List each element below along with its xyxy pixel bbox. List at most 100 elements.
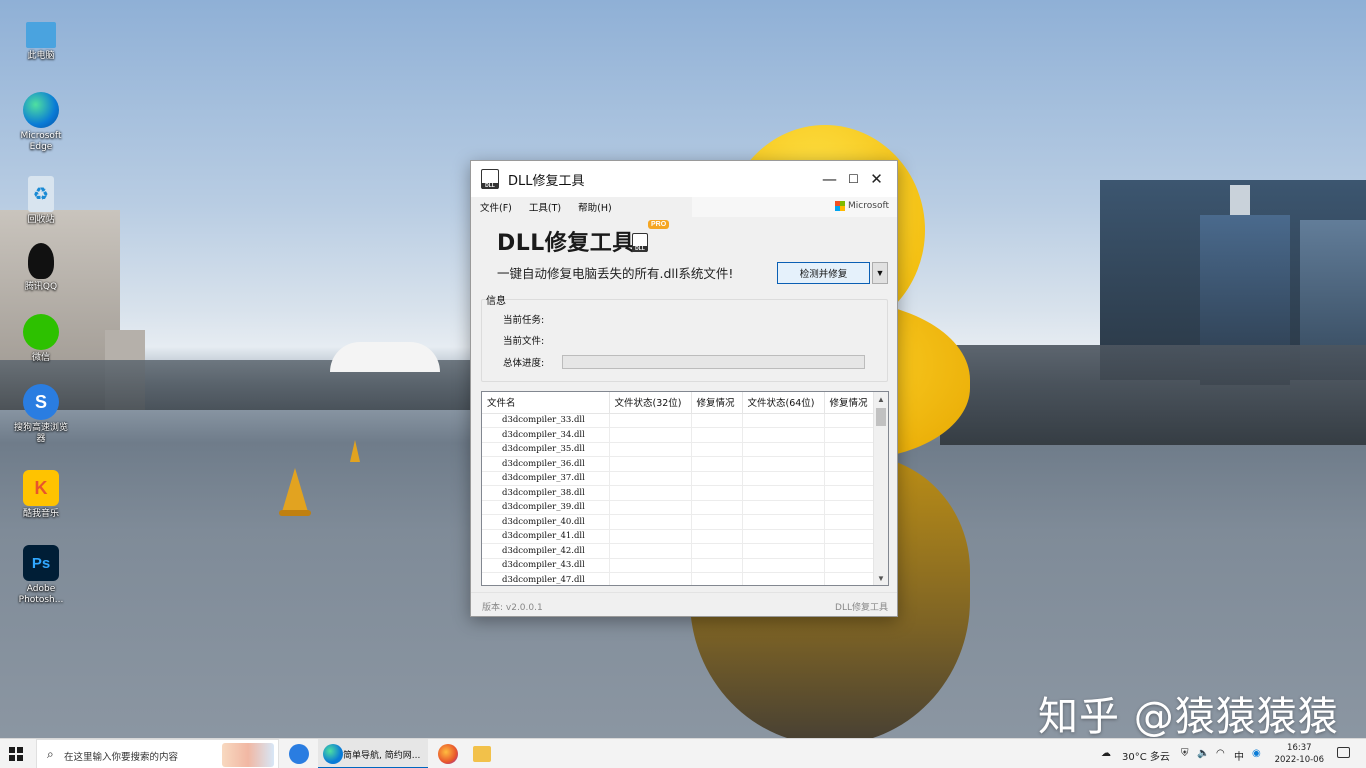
menu-help[interactable]: 帮助(H) [569,200,620,214]
maximize-button[interactable]: ☐ [842,161,865,197]
file-name-cell: d3dcompiler_43.dll [482,558,610,573]
file-status-cell [742,427,825,443]
repair-options-dropdown[interactable]: ▼ [872,262,888,284]
table-row[interactable]: d3dcompiler_36.dll [482,456,876,472]
repair-status-cell [824,413,876,428]
repair-status-cell [824,456,876,472]
table-row[interactable]: d3dcompiler_39.dll [482,500,876,515]
edge-icon [323,744,343,764]
taskbar-search-box[interactable]: ⌕ 在这里输入你要搜索的内容 [36,739,279,768]
wallpaper-opera-roof [330,342,440,372]
desktop-icon-wechat[interactable]: 微信 [11,314,71,364]
scroll-down-arrow-icon[interactable]: ▼ [874,571,888,585]
repair-status-cell [691,471,743,486]
clock-time: 16:37 [1287,743,1312,753]
column-header-repair-64[interactable]: 修复情况 [824,392,876,414]
wallpaper-buoy-small [350,440,360,462]
table-row[interactable]: d3dcompiler_37.dll [482,471,876,486]
repair-status-cell [691,543,743,559]
desktop-icon-sogou-browser[interactable]: S 搜狗高速浏览器 [11,384,71,445]
weather-text[interactable]: 30°C 多云 [1122,748,1170,763]
desktop-icon-edge[interactable]: Microsoft Edge [11,92,71,153]
microsoft-label: Microsoft [848,201,889,211]
window-titlebar[interactable]: DLL修复工具 — ☐ ✕ [471,161,897,197]
table-row[interactable]: d3dcompiler_38.dll [482,485,876,501]
dll-file-table[interactable]: 文件名 文件状态(32位) 修复情况 文件状态(64位) 修复情况 d3dcom… [481,391,889,586]
table-scrollbar[interactable]: ▲ ▼ [873,392,888,585]
repair-status-cell [824,572,876,585]
menu-tools[interactable]: 工具(T) [520,200,569,214]
network-icon[interactable]: ◠ [1216,748,1225,759]
repair-status-cell [824,471,876,486]
repair-status-cell [691,485,743,501]
file-name-cell: d3dcompiler_37.dll [482,471,610,486]
file-status-cell [609,529,692,544]
desktop-icon-this-pc[interactable]: 此电脑 [11,22,71,62]
menu-file[interactable]: 文件(F) [471,200,520,214]
table-row[interactable]: d3dcompiler_41.dll [482,529,876,544]
table-row[interactable]: d3dcompiler_34.dll [482,427,876,443]
file-name-cell: d3dcompiler_42.dll [482,543,610,559]
file-explorer-icon[interactable] [473,746,491,762]
repair-status-cell [824,558,876,573]
column-header-repair-32[interactable]: 修复情况 [691,392,743,414]
table-row[interactable]: d3dcompiler_35.dll [482,442,876,457]
dll-file-icon [481,169,499,189]
file-status-cell [609,485,692,501]
info-group-label: 信息 [486,296,506,307]
notification-icon[interactable] [1337,747,1350,758]
column-header-status-32[interactable]: 文件状态(32位) [609,392,692,414]
file-status-cell [742,514,825,530]
clock-date: 2022-10-06 [1274,755,1324,765]
file-status-cell [609,471,692,486]
close-button[interactable]: ✕ [865,161,888,197]
file-status-cell [609,572,692,585]
column-header-filename[interactable]: 文件名 [482,392,610,414]
table-row[interactable]: d3dcompiler_40.dll [482,514,876,530]
table-row[interactable]: d3dcompiler_42.dll [482,543,876,559]
firefox-icon[interactable] [438,744,458,764]
scrollbar-thumb[interactable] [876,408,886,426]
speaker-icon[interactable]: 🔈 [1197,748,1209,759]
overall-progress-bar [562,355,865,369]
file-name-cell: d3dcompiler_39.dll [482,500,610,515]
desktop-icon-label: 搜狗高速浏览器 [13,423,68,444]
repair-status-cell [691,413,743,428]
dll-repair-window: DLL修复工具 — ☐ ✕ 文件(F) 工具(T) 帮助(H) Microsof… [470,160,898,617]
scroll-up-arrow-icon[interactable]: ▲ [874,392,888,406]
column-header-status-64[interactable]: 文件状态(64位) [742,392,825,414]
current-file-label: 当前文件: [503,336,545,347]
desktop-icon-label: 酷我音乐 [22,509,59,519]
table-row[interactable]: d3dcompiler_33.dll [482,413,876,428]
repair-status-cell [691,442,743,457]
desktop-icon-photoshop[interactable]: Ps Adobe Photosh... [11,545,71,606]
weather-icon[interactable]: ☁ [1101,748,1111,759]
file-status-cell [742,471,825,486]
file-status-cell [609,427,692,443]
desktop-icon-recycle-bin[interactable]: ♻ 回收站 [11,176,71,226]
taskbar-edge-window[interactable]: 简单导航, 简约网... [318,739,428,768]
wallpaper-buoy-base [279,510,311,516]
file-status-cell [742,456,825,472]
file-name-cell: d3dcompiler_36.dll [482,456,610,472]
minimize-button[interactable]: — [818,161,841,197]
desktop-icon-label: 此电脑 [27,51,55,61]
file-status-cell [609,558,692,573]
start-button[interactable] [9,747,23,761]
table-row[interactable]: d3dcompiler_47.dll [482,572,876,585]
file-status-cell [742,558,825,573]
microsoft-banner: Microsoft [692,197,897,217]
tagline: 一键自动修复电脑丢失的所有.dll系统文件! [497,266,734,281]
sogou-taskbar-icon[interactable] [289,744,309,764]
ime-indicator[interactable]: 中 [1234,748,1244,763]
security-icon[interactable]: ⛨ [1181,748,1189,759]
table-row[interactable]: d3dcompiler_43.dll [482,558,876,573]
taskbar: ⌕ 在这里输入你要搜索的内容 简单导航, 简约网... ☁ 30°C 多云 ⛨ … [0,738,1366,768]
desktop-icon-qq[interactable]: 腾讯QQ [11,243,71,293]
qq-tray-icon[interactable]: ◉ [1252,748,1261,759]
desktop-icon-label: 腾讯QQ [24,282,58,292]
taskbar-clock[interactable]: 16:37 2022-10-06 [1275,742,1324,766]
recycle-bin-icon: ♻ [28,176,54,212]
desktop-icon-kuwo-music[interactable]: K 酷我音乐 [11,470,71,520]
detect-and-repair-button[interactable]: 检测并修复 [777,262,870,284]
